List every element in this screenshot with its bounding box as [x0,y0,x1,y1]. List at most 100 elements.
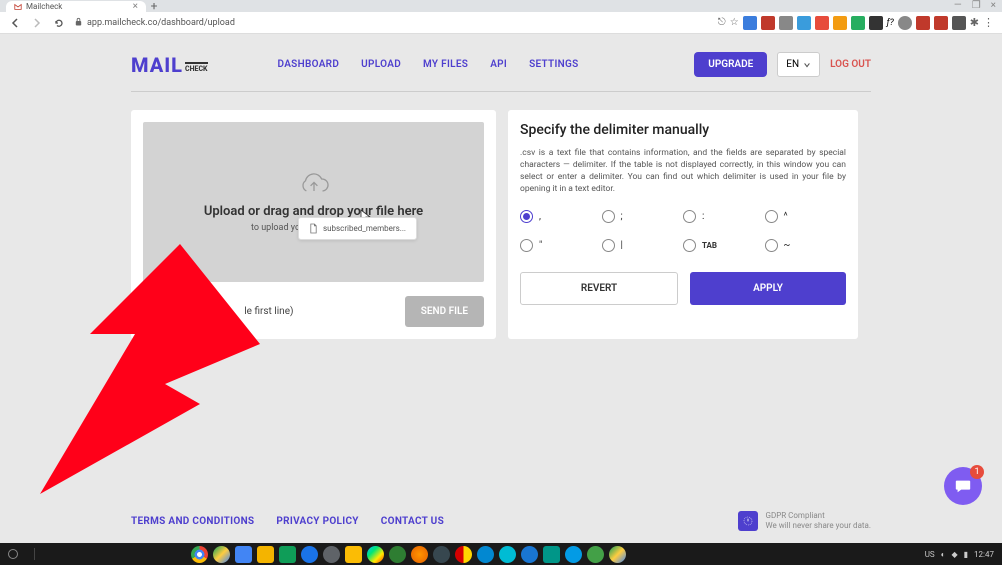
forward-button[interactable] [30,16,44,30]
ext-icon-13[interactable] [952,16,966,30]
extensions-puzzle-icon[interactable]: ✱ [970,16,979,29]
upload-panel: Upload or drag and drop your file here t… [131,110,496,339]
revert-button[interactable]: REVERT [520,272,678,305]
browser-menu-icon[interactable]: ⋮ [983,16,994,29]
app-icon-14[interactable] [477,546,494,563]
play-icon[interactable] [367,546,384,563]
help-icon: ◐ [941,550,946,559]
share-icon[interactable]: ⎋ [718,17,726,28]
browser-tab-strip: Mailcheck × + — ❐ × [0,0,1002,12]
app-icon-16[interactable] [521,546,538,563]
first-line-text: le first line) [143,306,395,317]
delimiter-comma[interactable]: , [520,210,602,223]
browser-tab[interactable]: Mailcheck × [6,1,146,12]
app-icon-17[interactable] [543,546,560,563]
nav-myfiles[interactable]: MY FILES [423,59,468,70]
wifi-icon: ◆ [951,550,957,559]
app-icon-19[interactable] [587,546,604,563]
launcher-icon[interactable] [8,549,18,559]
delimiter-semicolon[interactable]: ; [602,210,684,223]
radio-icon [765,210,778,223]
app-icon-15[interactable] [499,546,516,563]
delimiter-description: .csv is a text file that contains inform… [520,148,846,196]
apply-button[interactable]: APPLY [690,272,846,305]
language-selector[interactable]: EN [777,52,820,77]
mailcheck-favicon [14,3,22,11]
ext-icon-5[interactable] [815,16,829,30]
app-icon-10[interactable] [389,546,406,563]
ext-icon-11[interactable] [916,16,930,30]
delimiter-caret[interactable]: ^ [765,210,847,223]
tab-close-icon[interactable]: × [133,1,138,12]
upgrade-button[interactable]: UPGRADE [694,52,767,77]
ext-icon-2[interactable] [761,16,775,30]
nav-dashboard[interactable]: DASHBOARD [278,59,340,70]
page-footer: TERMS AND CONDITIONS PRIVACY POLICY CONT… [0,511,1002,531]
file-dropzone[interactable]: Upload or drag and drop your file here t… [143,122,484,282]
chrome-icon[interactable] [191,546,208,563]
delimiter-tilde[interactable]: ~ [765,239,847,252]
drive-icon-2[interactable] [609,546,626,563]
delimiter-pipe[interactable]: | [602,239,684,252]
ext-icon-3[interactable] [779,16,793,30]
footer-contact[interactable]: CONTACT US [381,516,444,527]
app-icon-8[interactable] [345,546,362,563]
window-maximize-icon[interactable]: ❐ [972,0,981,11]
radio-icon [602,239,615,252]
mailcheck-logo[interactable]: MAIL CHECK [131,53,208,77]
files-icon[interactable] [301,546,318,563]
lock-icon [74,17,83,29]
delimiter-colon[interactable]: : [683,210,765,223]
system-tray[interactable]: US ◐ ◆ ▮ 12:47 [925,550,994,559]
dragged-file-chip: subscribed_members... [298,217,417,240]
header-divider [131,91,871,92]
ext-icon-6[interactable] [833,16,847,30]
star-icon[interactable]: ☆ [730,17,739,28]
reload-button[interactable] [52,16,66,30]
drive-icon[interactable] [213,546,230,563]
ext-icon-7[interactable] [851,16,865,30]
app-icon-18[interactable] [565,546,582,563]
app-icon-13[interactable] [455,546,472,563]
window-minimize-icon[interactable]: — [954,0,962,11]
send-file-button[interactable]: SEND FILE [405,296,484,327]
back-button[interactable] [8,16,22,30]
delimiter-options: , ; : ^ " | TAB ~ [520,210,846,252]
tab-title: Mailcheck [26,2,62,11]
ext-icon-1[interactable] [743,16,757,30]
logout-link[interactable]: LOG OUT [830,59,871,70]
nav-upload[interactable]: UPLOAD [361,59,401,70]
chat-badge: 1 [970,465,984,479]
footer-terms[interactable]: TERMS AND CONDITIONS [131,516,254,527]
sheets-icon[interactable] [279,546,296,563]
app-icon-7[interactable] [323,546,340,563]
ext-icon-12[interactable] [934,16,948,30]
ext-icon-9[interactable]: ƒ? [887,18,894,28]
nav-settings[interactable]: SETTINGS [529,59,579,70]
radio-icon [683,210,696,223]
footer-privacy[interactable]: PRIVACY POLICY [276,516,358,527]
gdpr-badge: GDPR Compliant We will never share your … [738,511,872,531]
battery-icon: ▮ [964,550,968,559]
delimiter-tab[interactable]: TAB [683,239,765,252]
window-close-icon[interactable]: × [991,0,996,11]
ext-icon-10[interactable] [898,16,912,30]
main-nav: DASHBOARD UPLOAD MY FILES API SETTINGS [278,59,579,70]
url-text[interactable]: app.mailcheck.co/dashboard/upload [87,18,235,28]
delimiter-quote[interactable]: " [520,239,602,252]
docs-icon[interactable] [235,546,252,563]
ext-icon-8[interactable] [869,16,883,30]
chat-icon [954,477,972,495]
ext-icon-4[interactable] [797,16,811,30]
new-tab-button[interactable]: + [146,1,162,12]
delimiter-title: Specify the delimiter manually [520,122,846,138]
cloud-upload-icon [297,172,331,198]
delimiter-panel: Specify the delimiter manually .csv is a… [508,110,858,339]
firefox-icon[interactable] [411,546,428,563]
chat-widget[interactable]: 1 [944,467,982,505]
radio-icon [602,210,615,223]
slides-icon[interactable] [257,546,274,563]
app-icon-12[interactable] [433,546,450,563]
file-icon [309,223,318,234]
nav-api[interactable]: API [490,59,507,70]
